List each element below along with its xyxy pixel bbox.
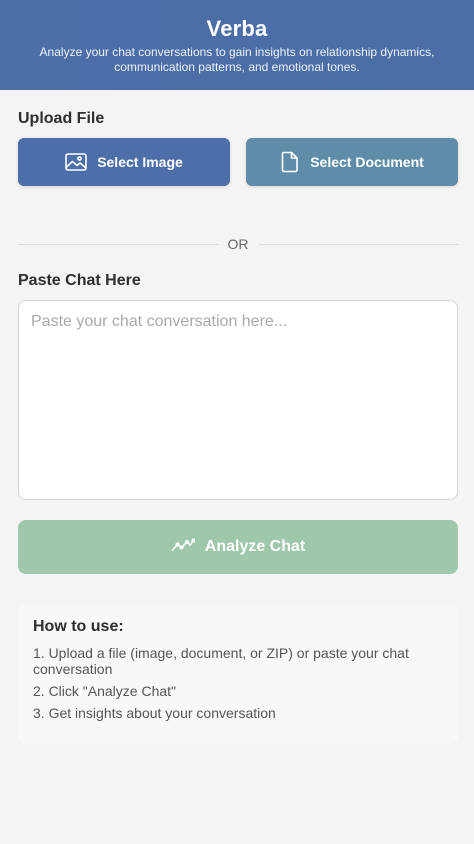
trend-line-icon bbox=[171, 537, 196, 557]
app-subtitle: Analyze your chat conversations to gain … bbox=[39, 45, 435, 74]
image-icon bbox=[65, 152, 87, 172]
divider-left bbox=[18, 244, 218, 245]
select-image-button[interactable]: Select Image bbox=[18, 138, 230, 186]
how-to-step: 1. Upload a file (image, document, or ZI… bbox=[33, 645, 409, 677]
select-image-label: Select Image bbox=[97, 154, 183, 170]
app-header: Verba Analyze your chat conversations to… bbox=[0, 0, 474, 90]
analyze-chat-label: Analyze Chat bbox=[204, 538, 306, 555]
upload-file-label: Upload File bbox=[18, 110, 105, 127]
chat-textarea[interactable] bbox=[18, 300, 458, 500]
how-to-step: 3. Get insights about your conversation bbox=[33, 705, 276, 721]
analyze-chat-button[interactable]: Analyze Chat bbox=[18, 520, 458, 574]
paste-chat-label: Paste Chat Here bbox=[18, 272, 141, 289]
select-document-button[interactable]: Select Document bbox=[246, 138, 458, 186]
or-divider-text: OR bbox=[227, 236, 249, 252]
how-to-use-title: How to use: bbox=[33, 618, 124, 635]
how-to-step: 2. Click "Analyze Chat" bbox=[33, 683, 176, 699]
how-to-use-panel: How to use: 1. Upload a file (image, doc… bbox=[18, 604, 458, 744]
divider-right bbox=[259, 244, 458, 245]
select-document-label: Select Document bbox=[310, 154, 424, 170]
app-title: Verba bbox=[206, 16, 268, 41]
document-icon bbox=[280, 151, 300, 173]
